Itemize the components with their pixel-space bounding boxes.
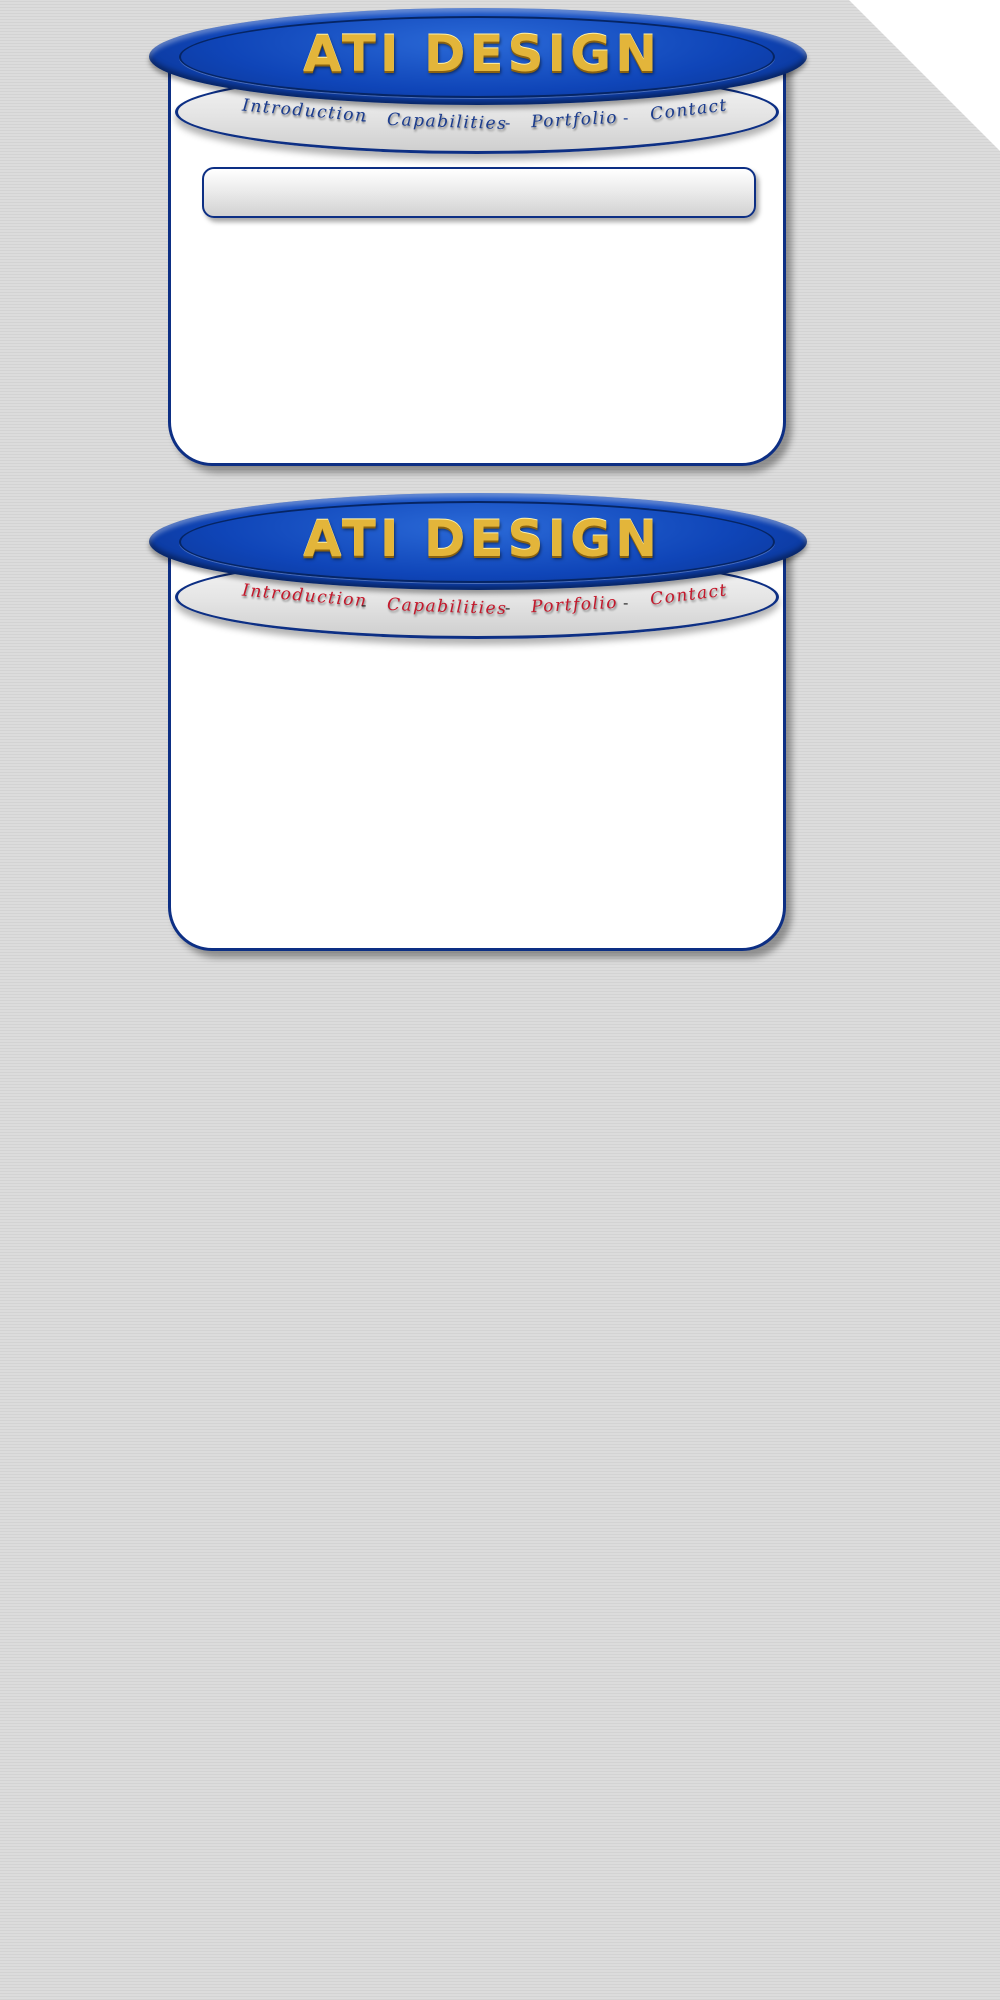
nav-separator: -: [505, 599, 511, 617]
nav-link-capabilities[interactable]: Capabilities: [387, 595, 508, 619]
logo-title: ATI DESIGN: [302, 25, 662, 83]
site-mockup-red-nav: ATI DESIGN Introduction - Capabilities -…: [145, 493, 815, 973]
nav-separator: -: [623, 109, 629, 127]
site-mockup-blue-nav: ATI DESIGN Introduction - Capabilities -…: [145, 8, 815, 488]
nav-separator: -: [361, 111, 367, 129]
nav-separator: -: [361, 596, 367, 614]
nav-separator: -: [505, 114, 511, 132]
logo-banner: ATI DESIGN: [149, 8, 807, 105]
logo-title: ATI DESIGN: [302, 510, 662, 568]
nav-separator: -: [623, 594, 629, 612]
nav-link-capabilities[interactable]: Capabilities: [387, 110, 508, 134]
page-corner-fold: [849, 0, 1000, 151]
logo-banner: ATI DESIGN: [149, 493, 807, 590]
content-header-bar: [202, 167, 756, 218]
